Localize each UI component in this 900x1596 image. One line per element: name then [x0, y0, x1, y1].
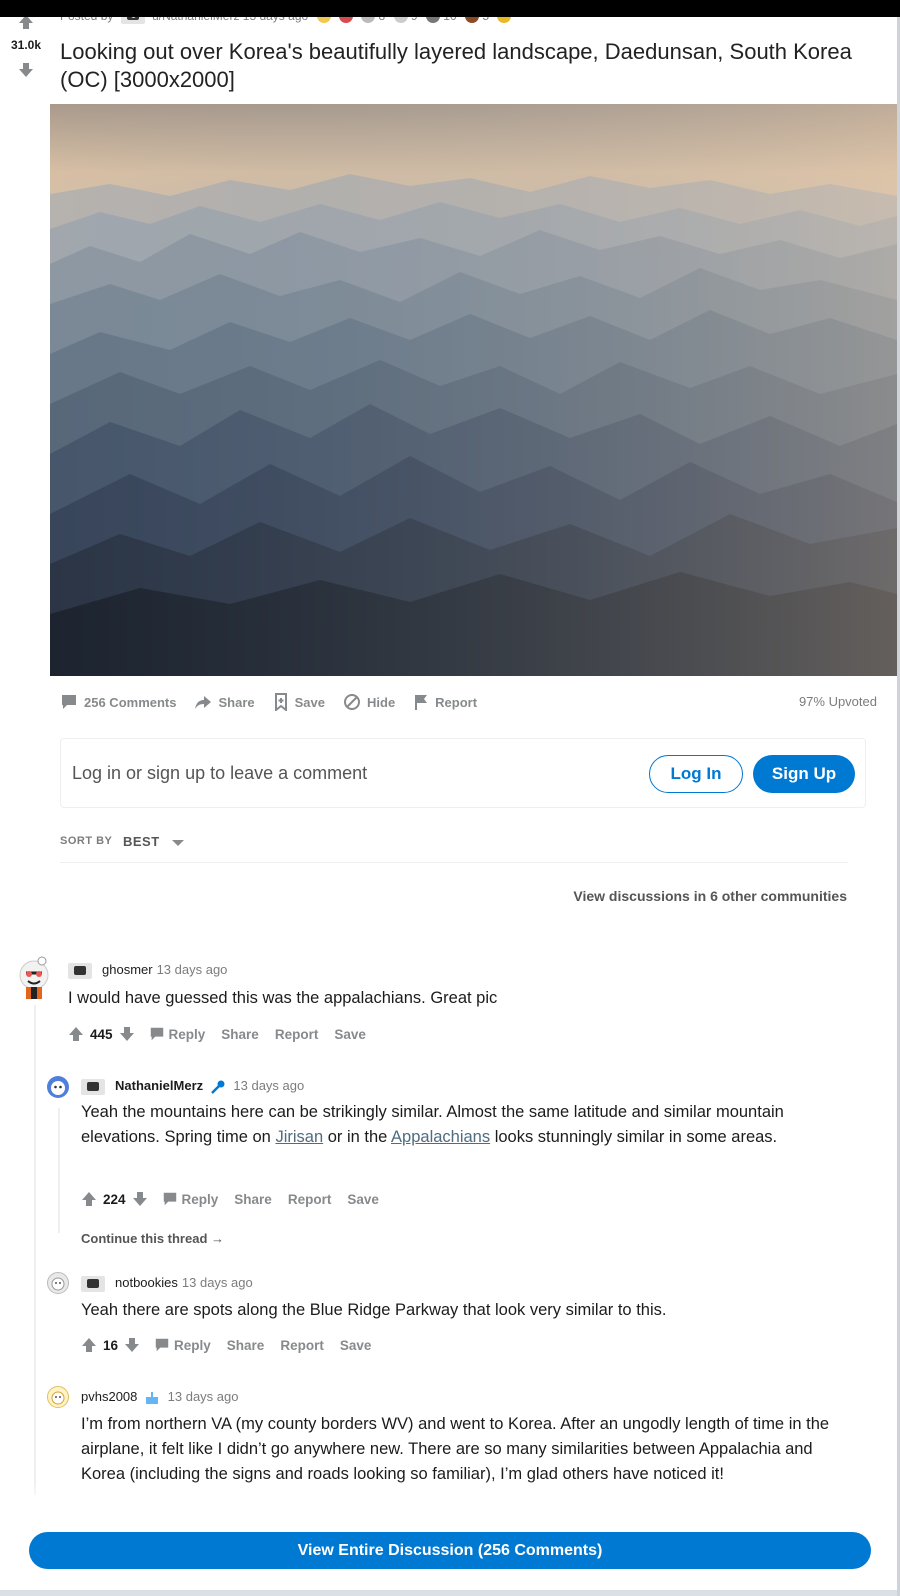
microphone-icon [210, 1080, 225, 1094]
caret-down-icon[interactable] [172, 840, 184, 846]
comment-icon [62, 695, 76, 709]
share-label: Share [218, 694, 255, 710]
comment-score: 224 [103, 1191, 126, 1207]
comment-header: notbookies 13 days ago [81, 1275, 253, 1292]
report-button[interactable]: Report [275, 1027, 319, 1042]
thread-line[interactable] [34, 1005, 36, 1495]
upvote-icon[interactable] [68, 1026, 84, 1042]
report-label: Report [435, 694, 478, 710]
comment-body: Yeah the mountains here can be strikingl… [81, 1100, 851, 1150]
flair-camera-icon [68, 962, 92, 979]
comment-score: 16 [103, 1337, 119, 1353]
save-button[interactable]: Save [334, 1027, 366, 1042]
comment-time: 13 days ago [167, 1389, 239, 1404]
sort-label: SORT BY [60, 835, 113, 847]
report-button[interactable]: Report [413, 693, 477, 711]
top-bar [0, 0, 900, 17]
avatar[interactable] [16, 955, 52, 1001]
report-button[interactable]: Report [288, 1192, 332, 1207]
avatar[interactable] [47, 1272, 69, 1294]
continue-thread-link[interactable]: Continue this thread → [81, 1231, 224, 1246]
downvote-icon[interactable] [119, 1026, 135, 1042]
comment-icon [163, 1192, 176, 1206]
thread-line[interactable] [58, 1108, 60, 1233]
login-prompt: Log in or sign up to leave a comment [72, 763, 368, 783]
view-entire-discussion-button[interactable]: View Entire Discussion (256 Comments) [29, 1532, 871, 1569]
login-button[interactable]: Log In [649, 755, 743, 793]
comment-time: 13 days ago [233, 1078, 305, 1093]
comment-actions: 16 Reply Share Report Save [81, 1337, 371, 1353]
share-button[interactable]: Share [194, 693, 255, 711]
post-card: 31.0k Posted by u/NathanielMerz 13 days … [0, 0, 897, 1590]
share-button[interactable]: Share [227, 1338, 265, 1353]
flag-icon [415, 695, 428, 710]
comment-author[interactable]: ghosmer [102, 962, 153, 977]
comment-fade-overlay [0, 1480, 897, 1510]
post-image[interactable] [50, 104, 897, 676]
comment-text: or in the [323, 1128, 392, 1146]
upvote-icon[interactable] [81, 1337, 97, 1353]
report-button[interactable]: Report [280, 1338, 324, 1353]
upvote-ratio: 97% Upvoted [798, 694, 877, 709]
downvote-icon[interactable] [124, 1337, 140, 1353]
reply-button[interactable]: Reply [149, 1026, 206, 1042]
comments-count: 256 Comments [84, 694, 177, 710]
post-score: 31.0k [10, 38, 42, 52]
cake-icon [146, 1391, 159, 1404]
upvote-icon[interactable] [81, 1191, 97, 1207]
comment-text: looks stunningly similar in some areas. [490, 1128, 778, 1146]
downvote-icon[interactable] [132, 1191, 148, 1207]
comment-header: NathanielMerz 13 days ago [81, 1078, 304, 1095]
post-action-bar: 256 Comments Share Save Hide Report [60, 690, 495, 714]
comment-actions: 224 Reply Share Report Save [81, 1191, 379, 1207]
reply-button[interactable]: Reply [162, 1191, 219, 1207]
jirisan-link[interactable]: Jirisan [275, 1128, 323, 1146]
comment-body: I’m from northern VA (my county borders … [81, 1415, 830, 1483]
hide-button[interactable]: Hide [343, 693, 395, 711]
comment-login-box: Log in or sign up to leave a comment Log… [60, 738, 866, 808]
comments-button[interactable]: 256 Comments [60, 693, 176, 711]
reply-label: Reply [168, 1026, 206, 1042]
divider [60, 862, 848, 863]
reply-button[interactable]: Reply [154, 1337, 211, 1353]
signup-button[interactable]: Sign Up [753, 755, 855, 793]
share-icon [195, 696, 212, 709]
comment-icon [150, 1027, 163, 1041]
flair-camera-icon [81, 1275, 105, 1292]
appalachians-link[interactable]: Appalachians [391, 1128, 490, 1146]
hide-icon [344, 694, 360, 710]
avatar[interactable] [47, 1076, 69, 1098]
share-button[interactable]: Share [221, 1027, 259, 1042]
post-title[interactable]: Looking out over Korea's beautifully lay… [60, 38, 880, 94]
downvote-icon[interactable] [18, 62, 34, 78]
view-other-communities-link[interactable]: View discussions in 6 other communities [573, 888, 847, 904]
comment-header: pvhs2008 13 days ago [81, 1389, 238, 1405]
sort-dropdown[interactable]: BEST [123, 834, 160, 849]
hide-label: Hide [367, 694, 396, 710]
save-button[interactable]: Save [273, 693, 325, 711]
comment-score: 445 [90, 1026, 113, 1042]
comment-actions: 445 Reply Share Report Save [68, 1026, 366, 1042]
comment-time: 13 days ago [181, 1275, 253, 1290]
reply-label: Reply [181, 1191, 219, 1207]
comment-icon [155, 1338, 169, 1352]
save-button[interactable]: Save [340, 1338, 372, 1353]
comment-header: ghosmer 13 days ago [68, 962, 227, 979]
reply-label: Reply [174, 1337, 211, 1353]
flair-camera-icon [81, 1078, 105, 1095]
comment-author[interactable]: NathanielMerz [115, 1078, 203, 1093]
save-label: Save [294, 694, 325, 710]
bookmark-icon [274, 693, 287, 711]
comment-author[interactable]: notbookies [115, 1275, 178, 1290]
comment-body: I would have guessed this was the appala… [68, 989, 498, 1007]
comment-body: Yeah there are spots along the Blue Ridg… [81, 1301, 667, 1319]
avatar[interactable] [47, 1386, 69, 1408]
share-button[interactable]: Share [234, 1192, 272, 1207]
save-button[interactable]: Save [347, 1192, 379, 1207]
comment-time: 13 days ago [156, 962, 228, 977]
comment-author[interactable]: pvhs2008 [81, 1389, 137, 1404]
